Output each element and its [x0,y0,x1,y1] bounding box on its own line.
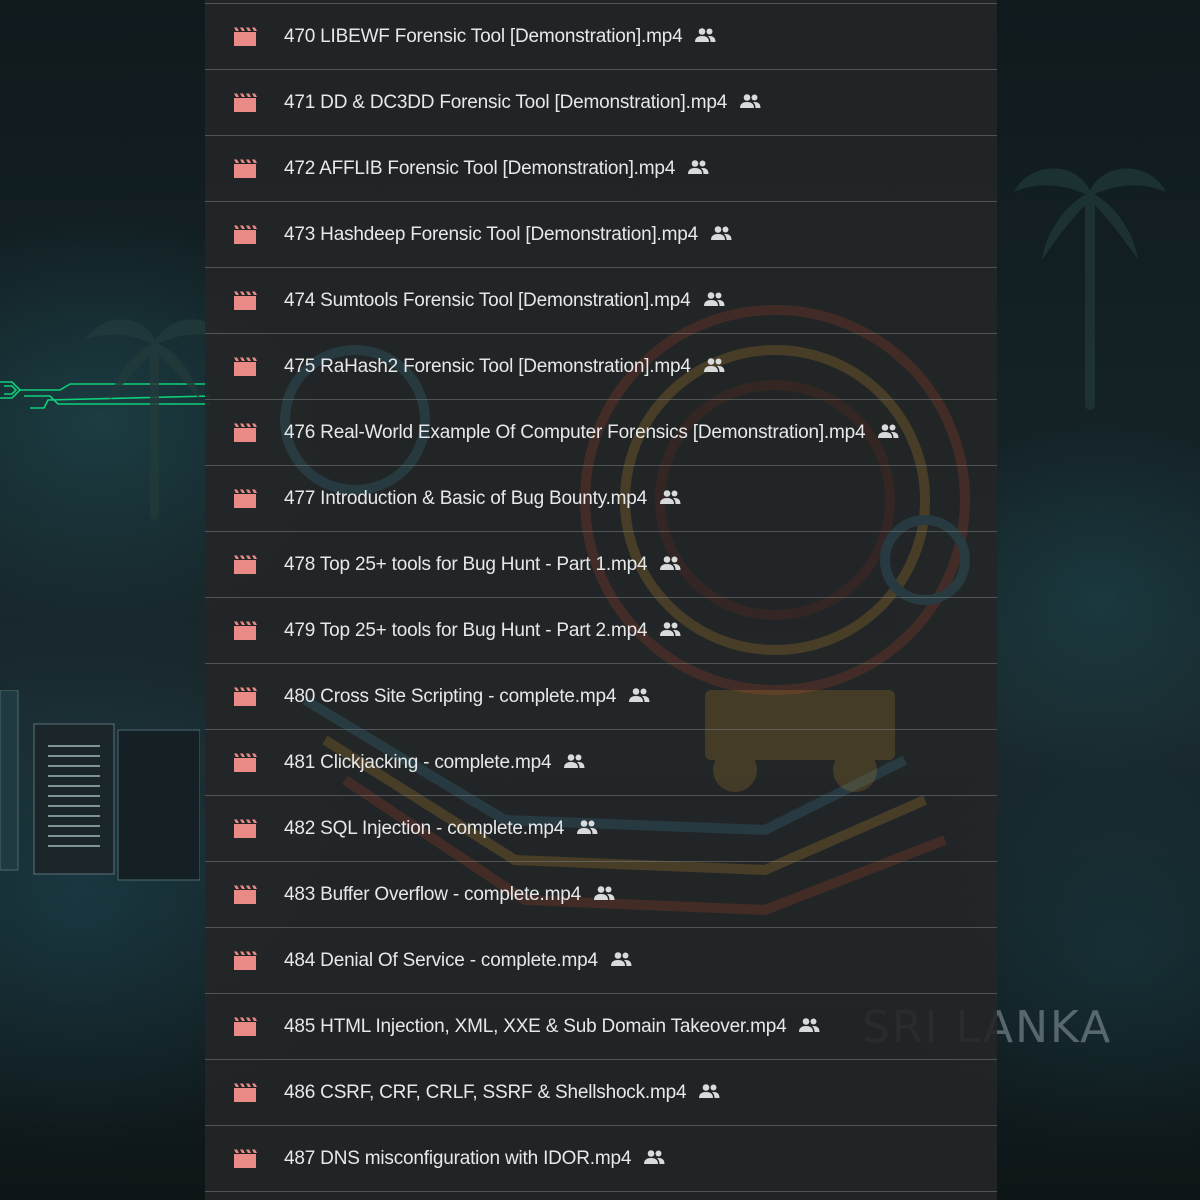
monitor-decoration [0,690,200,881]
file-name: 487 DNS misconfiguration with IDOR.mp4 [284,1148,665,1170]
video-file-icon [234,423,257,442]
file-name: 484 Denial Of Service - complete.mp4 [284,950,632,972]
file-row[interactable]: 475 RaHash2 Forensic Tool [Demonstration… [205,334,997,400]
file-name-text: 483 Buffer Overflow - complete.mp4 [284,884,581,905]
file-row[interactable]: 476 Real-World Example Of Computer Foren… [205,400,997,466]
file-name: 472 AFFLIB Forensic Tool [Demonstration]… [284,158,709,180]
video-file-icon [234,621,257,640]
file-row[interactable]: 477 Introduction & Basic of Bug Bounty.m… [205,466,997,532]
file-name-text: 486 CSRF, CRF, CRLF, SSRF & Shellshock.m… [284,1082,687,1103]
shared-people-icon [740,94,761,108]
file-name: 480 Cross Site Scripting - complete.mp4 [284,686,650,708]
file-name-text: 470 LIBEWF Forensic Tool [Demonstration]… [284,26,683,47]
file-row[interactable]: 480 Cross Site Scripting - complete.mp4 [205,664,997,730]
shared-people-icon [699,1084,720,1098]
file-name: 485 HTML Injection, XML, XXE & Sub Domai… [284,1016,820,1038]
file-name-text: 480 Cross Site Scripting - complete.mp4 [284,686,617,707]
video-file-icon [234,555,257,574]
file-name: 486 CSRF, CRF, CRLF, SSRF & Shellshock.m… [284,1082,720,1104]
video-file-icon [234,225,257,244]
file-name: 470 LIBEWF Forensic Tool [Demonstration]… [284,26,716,48]
shared-people-icon [695,28,716,42]
file-name: 482 SQL Injection - complete.mp4 [284,818,598,840]
file-name-text: 479 Top 25+ tools for Bug Hunt - Part 2.… [284,620,648,641]
video-file-icon [234,291,257,310]
file-name: 476 Real-World Example Of Computer Foren… [284,422,899,444]
file-row[interactable]: 485 HTML Injection, XML, XXE & Sub Domai… [205,994,997,1060]
video-file-icon [234,1083,257,1102]
file-row[interactable]: 472 AFFLIB Forensic Tool [Demonstration]… [205,136,997,202]
video-file-icon [234,951,257,970]
file-name-text: 472 AFFLIB Forensic Tool [Demonstration]… [284,158,676,179]
shared-people-icon [688,160,709,174]
video-file-icon [234,819,257,838]
file-row[interactable]: 474 Sumtools Forensic Tool [Demonstratio… [205,268,997,334]
file-name: 477 Introduction & Basic of Bug Bounty.m… [284,488,681,510]
file-name-text: 473 Hashdeep Forensic Tool [Demonstratio… [284,224,698,245]
video-file-icon [234,1017,257,1036]
file-name-text: 481 Clickjacking - complete.mp4 [284,752,552,773]
file-row[interactable]: 470 LIBEWF Forensic Tool [Demonstration]… [205,3,997,70]
file-row[interactable]: 478 Top 25+ tools for Bug Hunt - Part 1.… [205,532,997,598]
shared-people-icon [629,688,650,702]
file-row[interactable]: 481 Clickjacking - complete.mp4 [205,730,997,796]
file-name-text: 487 DNS misconfiguration with IDOR.mp4 [284,1148,632,1169]
shared-people-icon [644,1150,665,1164]
file-name-text: 482 SQL Injection - complete.mp4 [284,818,565,839]
file-name: 483 Buffer Overflow - complete.mp4 [284,884,615,906]
file-row[interactable]: 487 DNS misconfiguration with IDOR.mp4 [205,1126,997,1192]
video-file-icon [234,753,257,772]
file-row[interactable]: 479 Top 25+ tools for Bug Hunt - Part 2.… [205,598,997,664]
palm-tree-decoration-right [1014,168,1166,410]
video-file-icon [234,1149,257,1168]
file-name: 475 RaHash2 Forensic Tool [Demonstration… [284,356,725,378]
file-name-text: 478 Top 25+ tools for Bug Hunt - Part 1.… [284,554,648,575]
shared-people-icon [577,820,598,834]
file-name: 479 Top 25+ tools for Bug Hunt - Part 2.… [284,620,681,642]
video-file-icon [234,885,257,904]
shared-people-icon [660,556,681,570]
file-row[interactable]: 473 Hashdeep Forensic Tool [Demonstratio… [205,202,997,268]
video-file-icon [234,357,257,376]
file-name: 481 Clickjacking - complete.mp4 [284,752,585,774]
video-file-icon [234,489,257,508]
file-name-text: 477 Introduction & Basic of Bug Bounty.m… [284,488,648,509]
file-name-text: 485 HTML Injection, XML, XXE & Sub Domai… [284,1016,787,1037]
file-name: 471 DD & DC3DD Forensic Tool [Demonstrat… [284,92,761,114]
file-name: 474 Sumtools Forensic Tool [Demonstratio… [284,290,725,312]
file-row[interactable]: 482 SQL Injection - complete.mp4 [205,796,997,862]
file-list: 470 LIBEWF Forensic Tool [Demonstration]… [205,3,997,1192]
file-name: 478 Top 25+ tools for Bug Hunt - Part 1.… [284,554,681,576]
file-name-text: 474 Sumtools Forensic Tool [Demonstratio… [284,290,691,311]
video-file-icon [234,159,257,178]
video-file-icon [234,687,257,706]
file-row[interactable]: 486 CSRF, CRF, CRLF, SSRF & Shellshock.m… [205,1060,997,1126]
shared-people-icon [710,226,732,240]
file-name-text: 471 DD & DC3DD Forensic Tool [Demonstrat… [284,92,728,113]
shared-people-icon [564,754,585,768]
video-file-icon [234,27,257,46]
shared-people-icon [660,490,681,504]
file-name-text: 484 Denial Of Service - complete.mp4 [284,950,598,971]
file-row[interactable]: 471 DD & DC3DD Forensic Tool [Demonstrat… [205,70,997,136]
file-name: 473 Hashdeep Forensic Tool [Demonstratio… [284,224,732,246]
shared-people-icon [660,622,681,636]
shared-people-icon [610,952,632,966]
file-row[interactable]: 483 Buffer Overflow - complete.mp4 [205,862,997,928]
shared-people-icon [878,424,899,438]
shared-people-icon [799,1018,820,1032]
shared-people-icon [703,358,725,372]
file-name-text: 475 RaHash2 Forensic Tool [Demonstration… [284,356,691,377]
video-file-icon [234,93,257,112]
shared-people-icon [594,886,615,900]
shared-people-icon [703,292,725,306]
file-list-panel: 470 LIBEWF Forensic Tool [Demonstration]… [205,0,997,1200]
file-name-text: 476 Real-World Example Of Computer Foren… [284,422,866,443]
file-row[interactable]: 484 Denial Of Service - complete.mp4 [205,928,997,994]
